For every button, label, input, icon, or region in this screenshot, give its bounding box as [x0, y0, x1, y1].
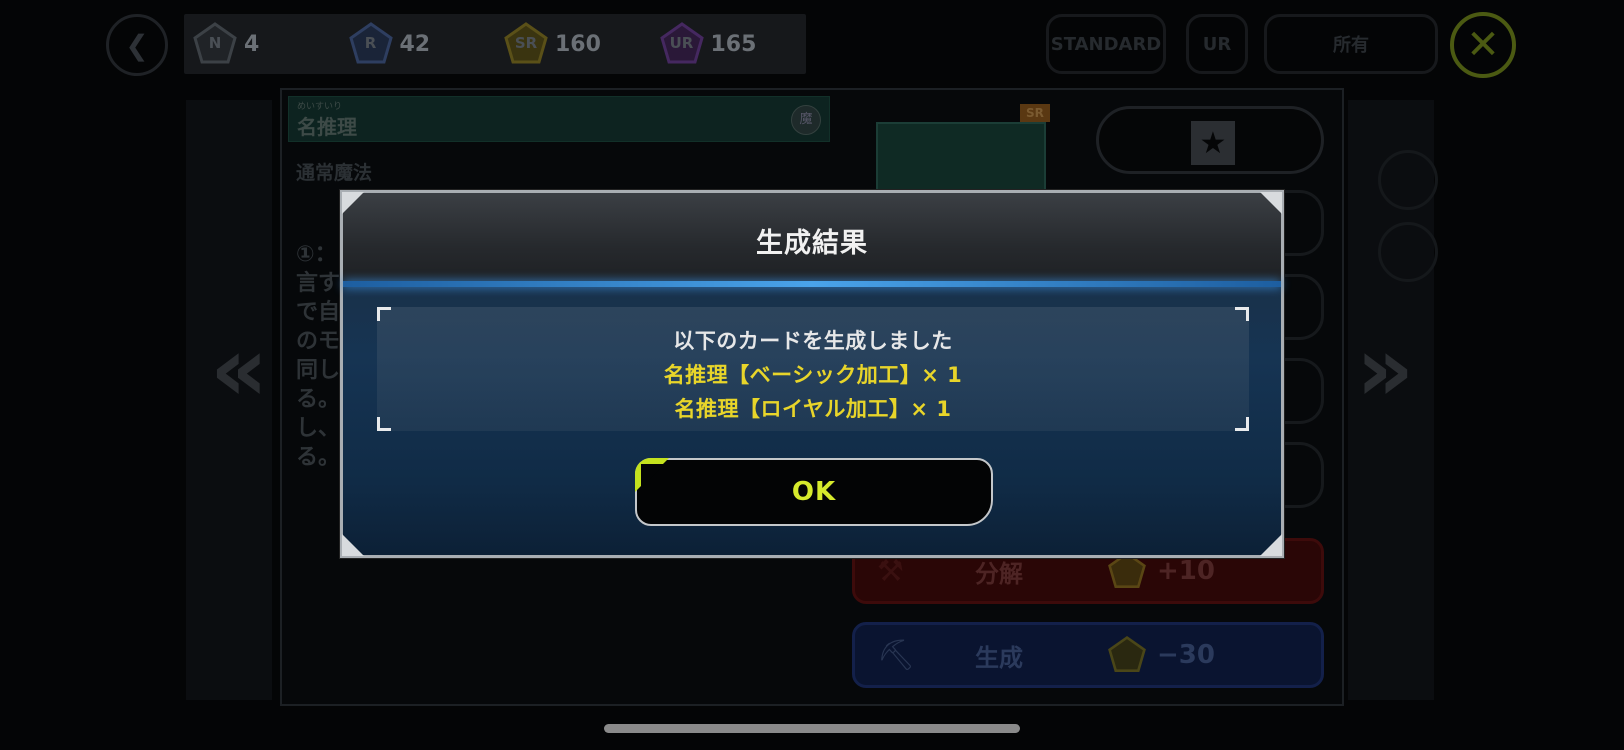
dismantle-label: 分解	[975, 559, 1023, 588]
header-divider	[343, 281, 1281, 287]
dismantle-value: +10	[1157, 556, 1215, 586]
cp-r-icon: R	[348, 21, 394, 67]
result-message: 以下のカードを生成しました	[673, 329, 953, 353]
card-name: 名推理	[297, 115, 357, 139]
message-box: 以下のカードを生成しました 名推理【ベーシック加工】× 1 名推理【ロイヤル加工…	[377, 307, 1249, 431]
close-button[interactable]: ✕	[1450, 12, 1516, 78]
cp-sr-icon: SR	[503, 21, 549, 67]
back-button[interactable]: ❮	[106, 14, 168, 76]
currency-sr-value: 160	[555, 31, 601, 57]
currency-sr: SR 160	[503, 14, 651, 74]
currency-n-value: 4	[244, 31, 260, 57]
prev-card-button[interactable]: «	[210, 320, 268, 420]
ok-label: OK	[791, 477, 837, 507]
card-title-bar: めいすいり 名推理 魔	[288, 96, 830, 142]
favorite-button[interactable]: ★	[1096, 106, 1324, 174]
chevron-left-icon: «	[210, 317, 269, 422]
currency-n: N 4	[192, 14, 340, 74]
card-view-button[interactable]	[1378, 150, 1438, 210]
close-icon: ✕	[1466, 22, 1500, 68]
corner-decoration	[342, 534, 364, 556]
home-indicator[interactable]	[604, 724, 1020, 733]
delete-button[interactable]	[1378, 222, 1438, 282]
currency-r: R 42	[348, 14, 496, 74]
spell-attribute-icon: 魔	[791, 105, 821, 135]
craft-button[interactable]: ⛏ 生成 −30	[852, 622, 1324, 688]
chevron-right-icon: »	[1356, 317, 1415, 422]
card-text: ①： 言す で自 のモ 同し る。 し、 る。	[296, 242, 341, 470]
corner-decoration	[1260, 192, 1282, 214]
craft-result-dialog: 生成結果 以下のカードを生成しました 名推理【ベーシック加工】× 1 名推理【ロ…	[340, 190, 1284, 558]
back-arrow-icon: ❮	[125, 28, 149, 62]
corner-decoration	[342, 192, 364, 214]
card-type: 通常魔法	[296, 162, 373, 184]
currency-r-value: 42	[399, 31, 431, 57]
rarity-badge: SR	[1020, 104, 1050, 122]
result-item: 名推理【ベーシック加工】× 1	[663, 363, 963, 387]
currency-ur: UR 165	[659, 14, 807, 74]
dialog-header: 生成結果	[343, 193, 1281, 283]
craft-label: 生成	[975, 643, 1023, 672]
star-icon: ★	[1191, 121, 1235, 165]
hammer-icon: ⚒	[877, 553, 904, 589]
currency-bar: N 4 R 42 SR 160 UR 165	[184, 14, 806, 74]
result-item: 名推理【ロイヤル加工】× 1	[674, 397, 952, 421]
cp-n-icon: N	[192, 21, 238, 67]
craft-value: −30	[1157, 640, 1215, 670]
craft-icon: ⛏	[877, 637, 916, 673]
corner-decoration	[1260, 534, 1282, 556]
currency-ur-value: 165	[710, 31, 757, 57]
cp-sr-icon	[1107, 635, 1147, 675]
standard-button[interactable]: STANDARD	[1046, 14, 1166, 74]
next-card-button[interactable]: »	[1356, 320, 1414, 420]
ur-filter-button[interactable]: UR	[1186, 14, 1248, 74]
dialog-title: 生成結果	[756, 228, 868, 259]
bracket-decoration	[1235, 307, 1249, 321]
bracket-decoration	[377, 307, 391, 321]
ok-button[interactable]: OK	[635, 458, 993, 526]
owned-button[interactable]: 所有	[1264, 14, 1438, 74]
cp-ur-icon: UR	[659, 21, 705, 67]
